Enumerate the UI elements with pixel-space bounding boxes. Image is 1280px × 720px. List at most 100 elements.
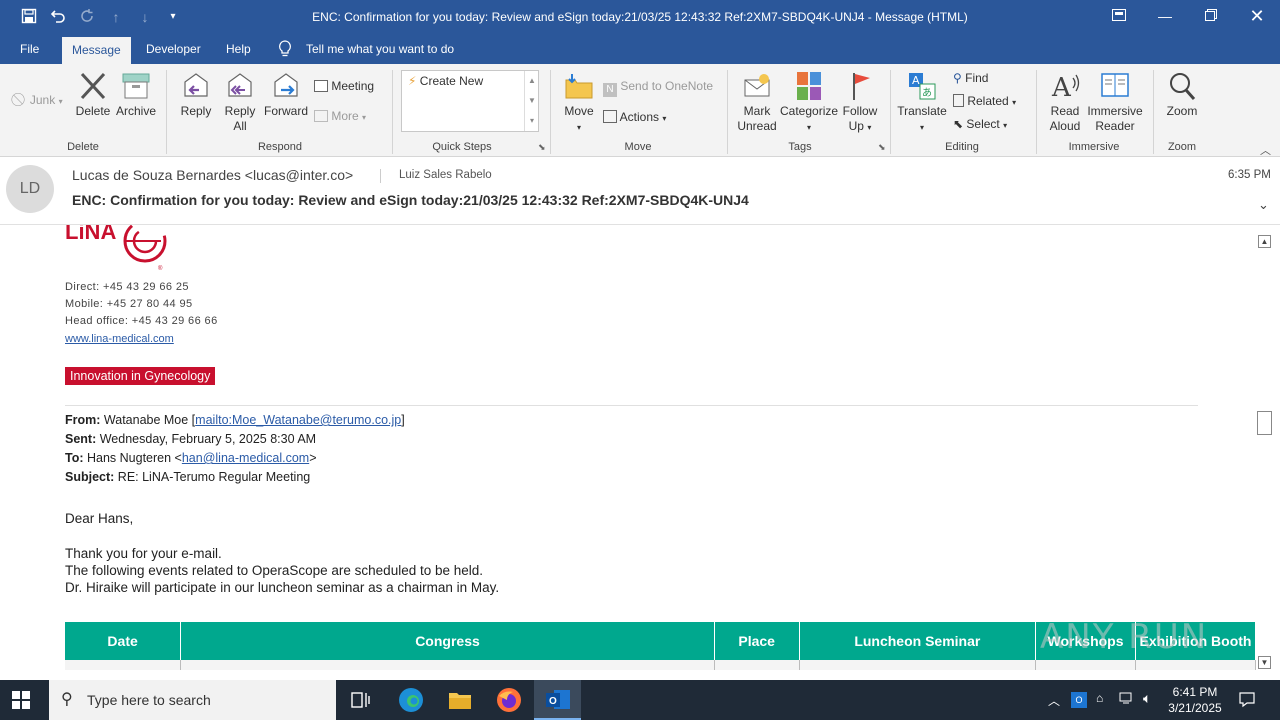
expand-header-icon[interactable]: ⌄ <box>1258 197 1269 213</box>
fwd-to: To: Hans Nugteren <han@lina-medical.com> <box>65 451 317 465</box>
group-zoom-label: Zoom <box>1167 141 1197 153</box>
divider <box>166 70 167 154</box>
immersive-reader-button[interactable]: Immersive Reader <box>1086 70 1144 134</box>
quick-steps-gallery: ⚡︎ Create New ▲ ▼ ▾ <box>401 70 539 132</box>
flag-icon <box>843 70 877 102</box>
scroll-thumb[interactable] <box>1257 411 1272 435</box>
translate-icon: Aあ <box>905 70 939 102</box>
tab-file[interactable]: File <box>10 34 49 64</box>
maximize-button[interactable] <box>1188 0 1234 34</box>
svg-text:O: O <box>549 696 557 707</box>
delete-button[interactable]: Delete <box>72 70 114 119</box>
subject: ENC: Confirmation for you today: Review … <box>72 192 749 208</box>
message-header: LD Lucas de Souza Bernardes <lucas@inter… <box>0 157 1280 225</box>
outlook-taskbar-button[interactable]: O <box>534 680 581 720</box>
greeting: Dear Hans, <box>65 511 134 526</box>
group-immersive-label: Immersive <box>1068 141 1120 153</box>
scroll-up-button[interactable]: ▲ <box>1258 235 1271 248</box>
tray-expand-icon[interactable]: ︿ <box>1048 692 1060 709</box>
reply-all-icon <box>223 70 257 102</box>
recipient[interactable]: Luiz Sales Rabelo <box>399 169 492 181</box>
ribbon-display-icon[interactable] <box>1096 0 1142 34</box>
minimize-button[interactable]: — <box>1142 0 1188 34</box>
zoom-button[interactable]: Zoom <box>1160 70 1204 119</box>
gallery-scroll[interactable]: ▲ ▼ ▾ <box>524 71 539 131</box>
ribbon: 🚫︎ Junk ▾ Delete Archive Delete Reply Re… <box>0 64 1280 157</box>
send-to-onenote-button[interactable]: N Send to OneNote <box>603 76 713 97</box>
taskbar: ⚲ Type here to search O ︿ O ⌂ 🔈︎ 6:41 PM… <box>0 680 1280 720</box>
scroll-down-button[interactable]: ▼ <box>1258 656 1271 669</box>
vertical-scrollbar[interactable]: ▲ ▼ <box>1256 233 1274 672</box>
fwd-from-link[interactable]: mailto:Moe_Watanabe@terumo.co.jp <box>195 413 401 427</box>
group-move-label: Move <box>624 141 652 153</box>
forward-button[interactable]: Forward <box>262 70 310 119</box>
tab-help[interactable]: Help <box>216 34 261 64</box>
document-icon <box>953 94 964 107</box>
divider <box>890 70 891 154</box>
reply-all-button[interactable]: Reply All <box>220 70 260 134</box>
fwd-subject: Subject: RE: LiNA-Terumo Regular Meeting <box>65 470 311 484</box>
network-icon[interactable] <box>1119 691 1135 708</box>
clock-time: 6:41 PM <box>1172 685 1218 699</box>
mark-unread-button[interactable]: Mark Unread <box>734 70 780 134</box>
svg-text:A: A <box>912 74 920 87</box>
search-icon: ⚲ <box>953 71 962 85</box>
volume-icon[interactable]: 🔈︎ <box>1143 690 1151 707</box>
meeting-button[interactable]: Meeting <box>314 76 374 96</box>
move-button[interactable]: Move ▾ <box>558 70 600 135</box>
actions-button[interactable]: Actions ▾ <box>603 107 666 127</box>
dialog-launcher-icon[interactable]: ⬊ <box>538 142 546 153</box>
group-delete-label: Delete <box>67 141 99 153</box>
onenote-icon: N <box>603 83 617 97</box>
message-body: LiNA ® Direct: +45 43 29 66 25 Mobile: +… <box>0 225 1256 672</box>
outlook-tray-icon[interactable]: O <box>1071 692 1087 708</box>
avatar[interactable]: LD <box>6 165 54 213</box>
taskbar-search[interactable]: ⚲ Type here to search <box>49 680 336 720</box>
archive-button[interactable]: Archive <box>114 70 158 119</box>
sig-website-link[interactable]: www.lina-medical.com <box>65 333 174 345</box>
categorize-grid-icon <box>792 70 826 102</box>
firefox-icon[interactable] <box>495 686 523 714</box>
clock-date: 3/21/2025 <box>1168 701 1222 715</box>
reply-icon <box>179 70 213 102</box>
file-explorer-icon[interactable] <box>446 686 474 714</box>
quick-step-create-new[interactable]: ⚡︎ Create New <box>408 71 483 91</box>
reply-button[interactable]: Reply <box>176 70 216 119</box>
find-button[interactable]: ⚲ Find <box>953 68 988 88</box>
windows-start-icon[interactable] <box>12 691 32 711</box>
related-button[interactable]: Related ▾ <box>953 91 1016 111</box>
collapse-ribbon-icon[interactable]: ︿ <box>1260 142 1271 158</box>
device-icon[interactable]: ⌂ <box>1096 691 1103 705</box>
tab-message[interactable]: Message <box>62 37 131 64</box>
dialog-launcher-icon[interactable]: ⬊ <box>878 142 886 153</box>
cursor-icon: ⬉ <box>953 117 964 131</box>
lightbulb-icon <box>278 40 294 58</box>
tell-me-search[interactable]: Tell me what you want to do <box>296 34 464 64</box>
more-respond-button[interactable]: More ▾ <box>314 106 366 126</box>
divider <box>380 169 381 183</box>
junk-button[interactable]: 🚫︎ Junk ▾ <box>10 90 63 110</box>
delete-x-icon <box>76 70 110 102</box>
meeting-calendar-icon <box>314 80 328 92</box>
follow-up-button[interactable]: Follow Up ▾ <box>840 70 880 135</box>
task-view-icon[interactable] <box>347 686 375 714</box>
edge-browser-icon[interactable] <box>397 686 425 714</box>
group-respond-label: Respond <box>257 141 303 153</box>
close-button[interactable]: ✕ <box>1234 0 1280 34</box>
categorize-button[interactable]: Categorize ▾ <box>780 70 838 135</box>
select-button[interactable]: ⬉ Select ▾ <box>953 114 1007 134</box>
fwd-sent: Sent: Wednesday, February 5, 2025 8:30 A… <box>65 432 317 446</box>
svg-text:あ: あ <box>922 87 932 99</box>
divider <box>727 70 728 154</box>
read-aloud-button[interactable]: A Read Aloud <box>1044 70 1086 134</box>
fwd-to-link[interactable]: han@lina-medical.com <box>182 451 309 465</box>
translate-button[interactable]: Aあ Translate ▾ <box>896 70 948 135</box>
clock[interactable]: 6:41 PM 3/21/2025 <box>1166 684 1224 716</box>
tab-developer[interactable]: Developer <box>136 34 211 64</box>
divider <box>1036 70 1037 154</box>
sender[interactable]: Lucas de Souza Bernardes <lucas@inter.co… <box>72 167 353 183</box>
sig-head-office: Head office: +45 43 29 66 66 <box>65 315 218 327</box>
divider <box>392 70 393 154</box>
actions-icon <box>603 110 617 123</box>
notifications-icon[interactable] <box>1238 690 1256 711</box>
